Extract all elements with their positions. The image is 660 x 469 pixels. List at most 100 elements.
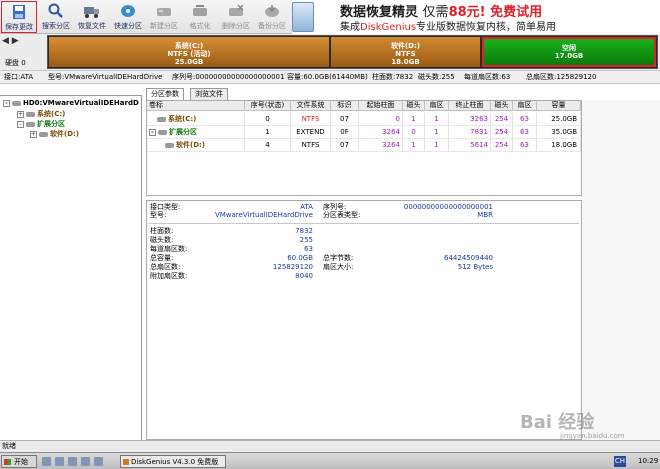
segment-name: 系统(C:) [174,42,204,50]
cell-id: 07 [331,139,359,151]
col-id[interactable]: 标识 [331,101,359,111]
partition-icon [165,142,174,148]
detail-separator [149,223,579,224]
col-start-head[interactable]: 磁头 [403,101,425,111]
backup-partition-button[interactable]: 备份分区 [254,1,290,33]
segment-fs: NTFS [395,50,416,58]
expand-icon[interactable]: + [17,110,24,118]
delete-partition-button[interactable]: 删除分区 [218,1,254,33]
clock: 10:29 [638,457,659,465]
watermark-sub: jingyan.baidu.com [560,432,625,440]
windows-flag-icon [4,459,11,465]
format-button[interactable]: 格式化 [182,1,218,33]
col-capacity[interactable]: 容量 [537,101,581,111]
col-volume[interactable]: 卷标 [147,101,245,111]
collapse-icon[interactable]: - [149,128,156,136]
detail-ptable-value: MBR [477,211,493,219]
cell-fs: NTFS [291,139,331,151]
tab-partition-params[interactable]: 分区参数 [146,88,184,100]
ad-subline: 集成DiskGenius专业版数据恢复内核，简单易用 [340,18,556,33]
info-spt: 每道扇区数:63 [464,73,511,81]
disk-details: 接口类型: ATA 型号: VMwareVirtualIDEHardDrive … [146,200,582,440]
quick-partition-button[interactable]: 快速分区 [110,1,146,33]
toolbar: 保存更改 搜索分区 恢复文件 快速分区 新建分区 格式化 删除分区 备份分区 数… [0,0,660,34]
col-end-head[interactable]: 磁头 [491,101,513,111]
quicklaunch-icon[interactable] [55,457,64,466]
quicklaunch-icon[interactable] [94,457,103,466]
quicklaunch-icon[interactable] [81,457,90,466]
segment-system-c[interactable]: 系统(C:) NTFS (活动) 25.0GB [49,37,329,67]
tree-item-software-d[interactable]: + 软件(D:) [30,130,79,139]
info-cylinders: 柱面数:7832 [372,73,414,81]
segment-free-space[interactable]: 空闲 17.0GB [482,37,656,67]
start-label: 开始 [14,458,28,466]
col-end-cyl[interactable]: 终止柱面 [449,101,491,111]
cell-id: 0F [331,126,359,138]
disk-icon [121,5,135,17]
input-method-indicator[interactable]: CH [614,456,626,467]
cell-start-sector: 1 [425,139,449,151]
quicklaunch-icon[interactable] [68,457,77,466]
ad-banner[interactable]: 数据恢复精灵 仅需88元! 免费试用 集成DiskGenius专业版数据恢复内核… [292,0,660,34]
cell-id: 07 [331,113,359,125]
collapse-icon[interactable]: - [17,120,24,128]
new-partition-icon [157,8,171,16]
col-start-cyl[interactable]: 起始柱面 [359,101,403,111]
recover-files-button[interactable]: 恢复文件 [74,1,110,33]
cell-end-head: 254 [491,126,513,138]
col-index[interactable]: 序号(状态) [245,101,291,111]
detail-heads-value: 255 [299,236,313,244]
collapse-icon[interactable]: - [3,99,10,107]
cell-volume: 软件(D:) [149,139,245,151]
disk-nav-arrows[interactable]: ◀ ▶ [2,36,26,48]
disk-map-row: ◀ ▶ 硬盘 0 系统(C:) NTFS (活动) 25.0GB 软件(D:) … [0,34,660,70]
cell-end-cyl: 3263 [449,113,491,125]
cell-volume: - 扩展分区 [149,126,245,138]
disk-tree: - HD0:VMwareVirtualIDEHardD + 系统(C:) - 扩展分区… [0,95,142,440]
tree-item-label: 扩展分区 [37,120,65,128]
segment-name: 空闲 [562,44,576,52]
search-partition-label: 搜索分区 [42,22,70,30]
tree-item-extended[interactable]: - 扩展分区 [17,120,65,129]
cell-fs: EXTEND [291,126,331,138]
info-model: 型号:VMwareVirtualIDEHardDrive [48,73,163,81]
detail-secsize-label: 扇区大小: [323,263,354,271]
start-button[interactable]: 开始 [1,455,37,468]
delete-icon [229,4,244,16]
tree-disk-root[interactable]: - HD0:VMwareVirtualIDEHardD [3,99,139,108]
taskbar-app-label: DiskGenius V4.3.0 免费版 [131,458,219,466]
right-empty-pane [582,100,660,440]
tab-browse-files[interactable]: 浏览文件 [190,88,228,100]
save-changes-button[interactable]: 保存更改 [1,1,37,33]
col-filesystem[interactable]: 文件系统 [291,101,331,111]
taskbar: 开始 DiskGenius V4.3.0 免费版 CH 10:29 [0,452,660,469]
segment-software-d[interactable]: 软件(D:) NTFS 18.0GB [331,37,480,67]
new-partition-button[interactable]: 新建分区 [146,1,182,33]
col-start-sector[interactable]: 扇区 [425,101,449,111]
quick-partition-label: 快速分区 [114,22,142,30]
watermark: Bai 经验 [520,412,595,433]
tab-strip: 分区参数 浏览文件 [146,88,660,100]
app-icon [123,459,129,465]
partition-icon [158,129,167,135]
cell-index: 4 [245,139,291,151]
taskbar-app-diskgenius[interactable]: DiskGenius V4.3.0 免费版 [120,455,226,468]
disk-label: 硬盘 0 [5,59,26,67]
save-changes-label: 保存更改 [5,23,33,31]
cell-end-sector: 63 [513,113,537,125]
search-partition-button[interactable]: 搜索分区 [38,1,74,33]
cell-index: 1 [245,126,291,138]
detail-sectors-value: 125829120 [272,263,313,271]
quicklaunch-icon[interactable] [42,457,51,466]
cell-start-cyl: 0 [359,113,403,125]
expand-icon[interactable]: + [30,130,37,138]
ad-line2-a: 集成 [340,22,360,33]
partition-icon [39,131,48,137]
col-end-sector[interactable]: 扇区 [513,101,537,111]
segment-name: 软件(D:) [390,42,420,50]
segment-size: 17.0GB [554,52,584,60]
cell-start-head: 0 [403,126,425,138]
disk-map: 系统(C:) NTFS (活动) 25.0GB 软件(D:) NTFS 18.0… [47,35,658,69]
info-total-sectors: 总扇区数:125829120 [526,73,597,81]
tree-item-system-c[interactable]: + 系统(C:) [17,110,65,119]
